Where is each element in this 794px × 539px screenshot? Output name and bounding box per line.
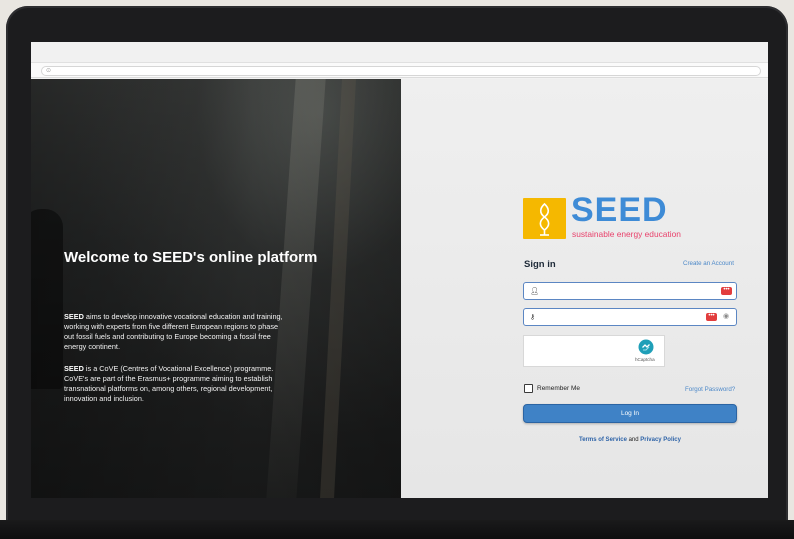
intro-text: aims to develop innovative vocational ed…	[64, 312, 283, 351]
cove-brand: SEED	[64, 364, 84, 373]
cove-text: is a CoVE (Centres of Vocational Excelle…	[64, 364, 274, 403]
forgot-password-link[interactable]: Forgot Password?	[685, 386, 735, 393]
hcaptcha-widget[interactable]: hCaptcha	[523, 335, 665, 367]
privacy-policy-link[interactable]: Privacy Policy	[640, 437, 681, 443]
username-field[interactable]: 👤︎ •••	[523, 282, 737, 300]
intro-brand: SEED	[64, 312, 84, 321]
browser-address-bar: ⊙	[31, 62, 768, 78]
url-input[interactable]: ⊙	[41, 66, 761, 76]
laptop-frame: ⊙ Welcome to SEED's online platform SEED…	[0, 0, 794, 539]
remember-me-label[interactable]: Remember Me	[537, 385, 580, 392]
intro-paragraph: SEED aims to develop innovative vocation…	[64, 312, 284, 352]
password-manager-icon[interactable]: •••	[721, 287, 732, 295]
signin-panel: SEED sustainable energy education Sign i…	[401, 79, 768, 498]
laptop-base	[0, 520, 794, 539]
key-icon: ⚷	[530, 314, 536, 321]
site-info-icon: ⊙	[46, 68, 52, 74]
hcaptcha-label: hCaptcha	[635, 357, 655, 362]
login-button[interactable]: Log In	[523, 404, 737, 423]
terms-of-service-link[interactable]: Terms of Service	[579, 437, 627, 443]
seed-logo-tagline: sustainable energy education	[572, 229, 681, 239]
password-manager-icon[interactable]: •••	[706, 313, 717, 321]
terms-conjunction: and	[626, 437, 641, 443]
username-input[interactable]	[542, 285, 712, 297]
create-account-link[interactable]: Create an Account	[683, 260, 734, 267]
cove-paragraph: SEED is a CoVE (Centres of Vocational Ex…	[64, 364, 284, 404]
seed-logo-icon	[539, 202, 550, 236]
screen: ⊙ Welcome to SEED's online platform SEED…	[31, 42, 768, 498]
seed-logo-mark	[523, 198, 566, 239]
hero-overlay	[31, 79, 401, 498]
password-field[interactable]: ⚷ ••• ◉	[523, 308, 737, 326]
password-input[interactable]	[542, 311, 712, 323]
seed-logo-text: SEED	[571, 191, 668, 229]
signin-heading: Sign in	[524, 259, 556, 270]
welcome-title: Welcome to SEED's online platform	[64, 249, 318, 266]
browser-top-bar	[31, 42, 768, 62]
legal-links: Terms of Service and Privacy Policy	[523, 437, 737, 443]
hcaptcha-icon	[638, 339, 654, 355]
hero-panel: Welcome to SEED's online platform SEED a…	[31, 79, 401, 498]
remember-me-checkbox[interactable]	[524, 384, 533, 393]
user-icon: 👤︎	[530, 288, 539, 295]
eye-icon[interactable]: ◉	[723, 312, 729, 321]
